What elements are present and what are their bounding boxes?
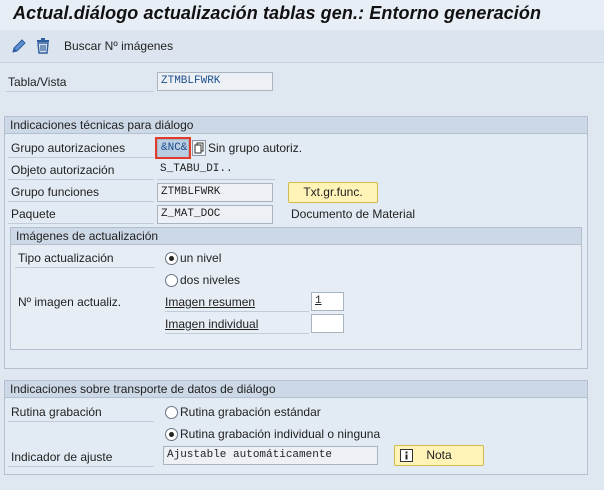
two-levels-label: dos niveles xyxy=(180,273,241,287)
auth-object-underline xyxy=(8,179,154,180)
routine-label: Rutina grabación xyxy=(11,405,102,419)
application-toolbar: Buscar Nº imágenes xyxy=(0,30,604,63)
auth-group-label: Grupo autorizaciones xyxy=(11,141,126,155)
adjust-indicator-field[interactable]: Ajustable automáticamente xyxy=(163,446,378,465)
routine-individual-radio[interactable] xyxy=(165,428,178,441)
routine-underline xyxy=(8,421,154,422)
routine-standard-radio[interactable] xyxy=(165,406,178,419)
auth-object-value: S_TABU_DI.. xyxy=(160,163,233,175)
search-help-icon[interactable] xyxy=(192,140,206,156)
table-field[interactable]: ZTMBLFWRK xyxy=(157,72,273,91)
routine-individual-label: Rutina grabación individual o ninguna xyxy=(180,427,381,441)
images-group-header: Imágenes de actualización xyxy=(11,228,581,245)
package-underline xyxy=(8,223,154,224)
adjust-indicator-underline xyxy=(8,466,154,467)
auth-group-hint: Sin grupo autoriz. xyxy=(208,141,303,155)
single-image-field[interactable] xyxy=(311,314,344,333)
package-description: Documento de Material xyxy=(291,207,416,221)
search-images-button[interactable]: Buscar Nº imágenes xyxy=(64,39,173,53)
window-title: Actual.diálogo actualización tablas gen.… xyxy=(13,3,542,23)
table-label-underline xyxy=(6,91,154,92)
auth-group-underline xyxy=(8,157,154,158)
pencil-icon[interactable] xyxy=(10,37,28,55)
update-type-underline xyxy=(15,267,155,268)
auth-object-value-underline xyxy=(157,179,275,180)
technical-group-header: Indicaciones técnicas para diálogo xyxy=(5,117,587,134)
routine-standard-label: Rutina grabación estándar xyxy=(180,405,321,419)
image-number-label: Nº imagen actualiz. xyxy=(18,295,122,309)
title-bar: Actual.diálogo actualización tablas gen.… xyxy=(0,0,604,30)
transport-group-header: Indicaciones sobre transporte de datos d… xyxy=(5,381,587,398)
package-label: Paquete xyxy=(11,207,56,221)
one-level-label: un nivel xyxy=(180,251,222,265)
summary-image-label: Imagen resumen xyxy=(165,295,256,309)
function-group-underline xyxy=(8,201,154,202)
function-group-field[interactable]: ZTMBLFWRK xyxy=(157,183,273,202)
focus-highlight xyxy=(155,137,191,159)
images-group: Imágenes de actualización xyxy=(10,227,582,350)
function-group-text-button[interactable]: Txt.gr.func. xyxy=(288,182,378,203)
auth-object-label: Objeto autorización xyxy=(11,163,115,177)
two-levels-radio[interactable] xyxy=(165,274,178,287)
single-image-underline xyxy=(165,333,309,334)
one-level-radio[interactable] xyxy=(165,252,178,265)
function-group-label: Grupo funciones xyxy=(11,185,100,199)
note-button-label: Nota xyxy=(426,448,452,462)
summary-image-underline xyxy=(165,311,309,312)
note-button[interactable]: Nota xyxy=(394,445,484,466)
update-type-label: Tipo actualización xyxy=(18,251,114,265)
trash-icon[interactable] xyxy=(34,37,52,55)
package-field[interactable]: Z_MAT_DOC xyxy=(157,205,273,224)
single-image-label: Imagen individual xyxy=(165,317,259,331)
summary-image-field[interactable]: 1 xyxy=(311,292,344,311)
adjust-indicator-label: Indicador de ajuste xyxy=(11,450,113,464)
table-label: Tabla/Vista xyxy=(8,75,67,89)
